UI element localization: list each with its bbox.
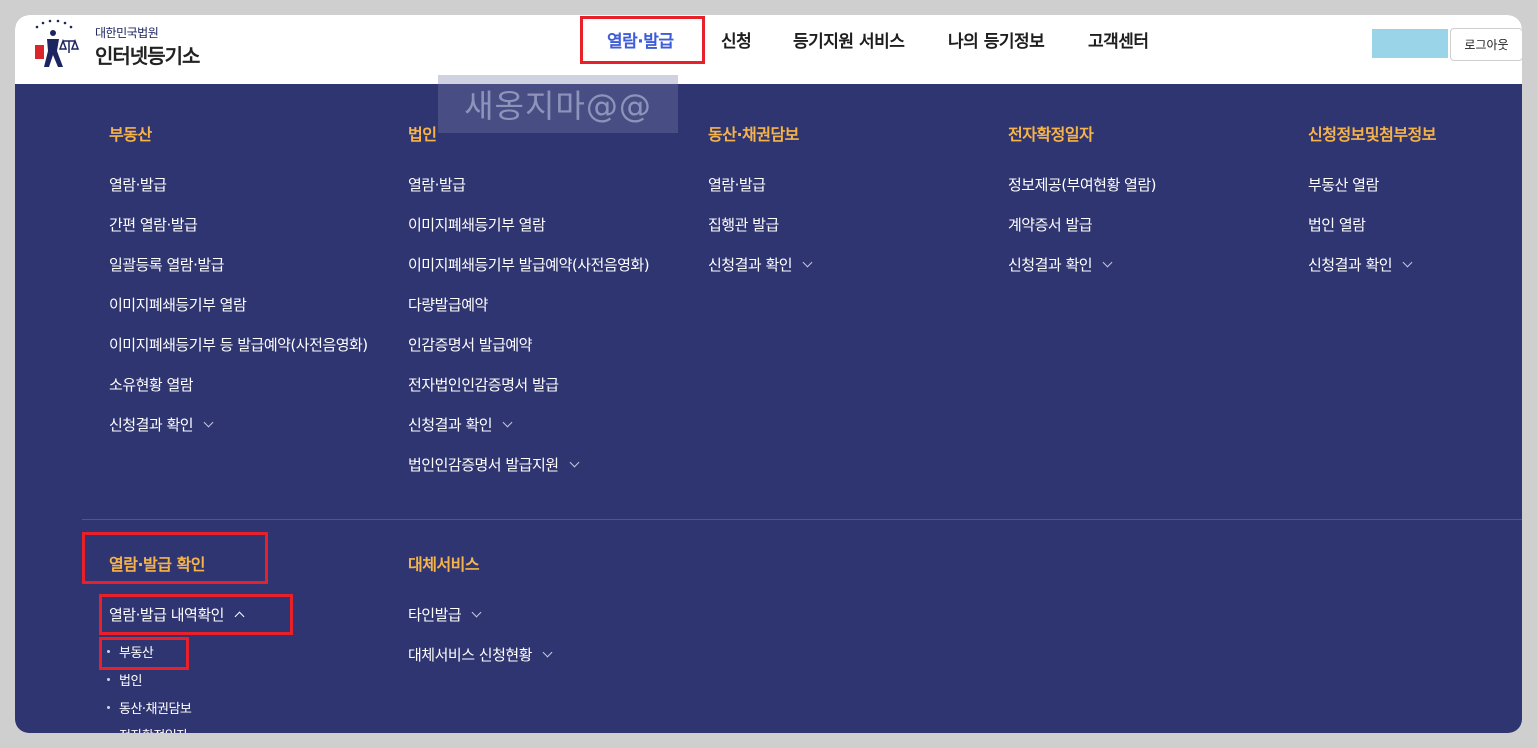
watermark-text: 새옹지마@@ xyxy=(438,75,678,133)
column-title: 대체서비스 xyxy=(408,555,480,574)
menu-link-label: 신청결과 확인 xyxy=(408,416,493,434)
menu-link[interactable]: 계약증서 발급 xyxy=(1008,214,1093,235)
menu-link-expandable[interactable]: 신청결과 확인 xyxy=(708,254,813,275)
menu-link[interactable]: 다량발급예약 xyxy=(408,294,488,315)
menu-link-label: 열람·발급 xyxy=(708,176,766,194)
menu-link[interactable]: 소유현황 열람 xyxy=(109,374,194,395)
sub-menu-item[interactable]: 법인 xyxy=(107,670,142,689)
site-logo[interactable]: 대한민국법원 인터넷등기소 xyxy=(23,17,223,79)
menu-link[interactable]: 집행관 발급 xyxy=(708,214,779,235)
chevron-down-icon xyxy=(471,607,482,617)
menu-link-label: 열람·발급 xyxy=(109,176,167,194)
highlight-box-nav xyxy=(580,16,705,64)
column-title: 부동산 xyxy=(109,125,152,144)
menu-link[interactable]: 열람·발급 xyxy=(408,174,466,195)
menu-link-label: 일괄등록 열람·발급 xyxy=(109,256,224,274)
menu-link-label: 법인인감증명서 발급지원 xyxy=(408,456,559,474)
nav-customer-center[interactable]: 고객센터 xyxy=(1088,27,1149,52)
court-emblem-icon xyxy=(35,19,80,67)
menu-link-expandable[interactable]: 신청결과 확인 xyxy=(109,414,214,435)
menu-link[interactable]: 이미지폐쇄등기부 열람 xyxy=(408,214,546,235)
chevron-down-icon xyxy=(203,417,214,427)
logo-subtitle: 대한민국법원 xyxy=(95,26,159,40)
menu-link[interactable]: 법인 열람 xyxy=(1308,214,1366,235)
column-title: 신청정보및첨부정보 xyxy=(1308,125,1436,144)
sub-menu-item[interactable]: 동산·채권담보 xyxy=(107,698,192,717)
app-frame: 대한민국법원 인터넷등기소 열람·발급 신청 등기지원 서비스 나의 등기정보 … xyxy=(15,15,1522,733)
chevron-down-icon xyxy=(569,457,580,467)
menu-link-label: 계약증서 발급 xyxy=(1008,216,1093,234)
chevron-down-icon xyxy=(1402,257,1413,267)
bullet-icon xyxy=(107,678,110,681)
menu-link[interactable]: 전자법인인감증명서 발급 xyxy=(408,374,559,395)
menu-link-label: 신청결과 확인 xyxy=(1008,256,1093,274)
chevron-down-icon xyxy=(1102,257,1113,267)
menu-link-label: 이미지폐쇄등기부 등 발급예약(사전음영화) xyxy=(109,336,368,354)
menu-link[interactable]: 이미지폐쇄등기부 발급예약(사전음영화) xyxy=(408,254,650,275)
column-title: 동산·채권담보 xyxy=(708,125,799,144)
menu-link-label: 신청결과 확인 xyxy=(708,256,793,274)
menu-link-label: 부동산 열람 xyxy=(1308,176,1379,194)
menu-link-label: 대체서비스 신청현황 xyxy=(408,646,532,664)
bullet-icon xyxy=(107,706,110,709)
sub-menu-label: 전자확정일자 xyxy=(119,725,188,733)
menu-link-label: 집행관 발급 xyxy=(708,216,779,234)
menu-link-label: 간편 열람·발급 xyxy=(109,216,198,234)
menu-link-label: 이미지폐쇄등기부 발급예약(사전음영화) xyxy=(408,256,650,274)
section-divider xyxy=(82,519,1522,520)
sub-menu-label: 법인 xyxy=(119,674,142,689)
menu-link-expandable[interactable]: 신청결과 확인 xyxy=(1008,254,1113,275)
user-name-masked xyxy=(1372,29,1448,58)
column-title: 전자확정일자 xyxy=(1008,125,1094,144)
sub-menu-label: 동산·채권담보 xyxy=(119,702,192,717)
menu-link[interactable]: 부동산 열람 xyxy=(1308,174,1379,195)
menu-link-expandable[interactable]: 법인인감증명서 발급지원 xyxy=(408,454,580,475)
chevron-down-icon xyxy=(542,647,553,657)
menu-link-label: 정보제공(부여현황 열람) xyxy=(1008,176,1156,194)
menu-link[interactable]: 이미지폐쇄등기부 열람 xyxy=(109,294,247,315)
menu-link[interactable]: 열람·발급 xyxy=(109,174,167,195)
menu-link-expandable[interactable]: 타인발급 xyxy=(408,604,482,625)
menu-link[interactable]: 인감증명서 발급예약 xyxy=(408,334,532,355)
sub-menu-item[interactable]: 전자확정일자 xyxy=(107,725,188,733)
menu-link[interactable]: 정보제공(부여현황 열람) xyxy=(1008,174,1156,195)
highlight-box-section xyxy=(82,532,268,584)
highlight-box-expanded xyxy=(99,594,293,635)
menu-link-label: 신청결과 확인 xyxy=(109,416,194,434)
menu-link[interactable]: 이미지폐쇄등기부 등 발급예약(사전음영화) xyxy=(109,334,368,355)
highlight-box-sub xyxy=(99,637,189,670)
menu-link-label: 인감증명서 발급예약 xyxy=(408,336,532,354)
menu-link[interactable]: 간편 열람·발급 xyxy=(109,214,198,235)
menu-link-label: 법인 열람 xyxy=(1308,216,1366,234)
menu-link-label: 다량발급예약 xyxy=(408,296,488,314)
menu-link-expandable[interactable]: 신청결과 확인 xyxy=(1308,254,1413,275)
chevron-down-icon xyxy=(502,417,513,427)
menu-link[interactable]: 일괄등록 열람·발급 xyxy=(109,254,224,275)
logo-title: 인터넷등기소 xyxy=(95,44,200,68)
chevron-down-icon xyxy=(802,257,813,267)
logout-button[interactable]: 로그아웃 xyxy=(1450,28,1522,61)
menu-link[interactable]: 열람·발급 xyxy=(708,174,766,195)
menu-link-expandable[interactable]: 신청결과 확인 xyxy=(408,414,513,435)
menu-link-label: 이미지폐쇄등기부 열람 xyxy=(408,216,546,234)
column-title: 법인 xyxy=(408,125,437,144)
nav-my-registry-info[interactable]: 나의 등기정보 xyxy=(948,27,1045,52)
menu-link-expandable[interactable]: 대체서비스 신청현황 xyxy=(408,644,553,665)
menu-link-label: 전자법인인감증명서 발급 xyxy=(408,376,559,394)
menu-link-label: 신청결과 확인 xyxy=(1308,256,1393,274)
menu-link-label: 소유현황 열람 xyxy=(109,376,194,394)
menu-link-label: 열람·발급 xyxy=(408,176,466,194)
nav-registry-support[interactable]: 등기지원 서비스 xyxy=(793,27,905,52)
top-header: 대한민국법원 인터넷등기소 열람·발급 신청 등기지원 서비스 나의 등기정보 … xyxy=(15,15,1522,84)
menu-link-label: 타인발급 xyxy=(408,606,462,624)
menu-link-label: 이미지폐쇄등기부 열람 xyxy=(109,296,247,314)
nav-apply[interactable]: 신청 xyxy=(721,27,752,52)
